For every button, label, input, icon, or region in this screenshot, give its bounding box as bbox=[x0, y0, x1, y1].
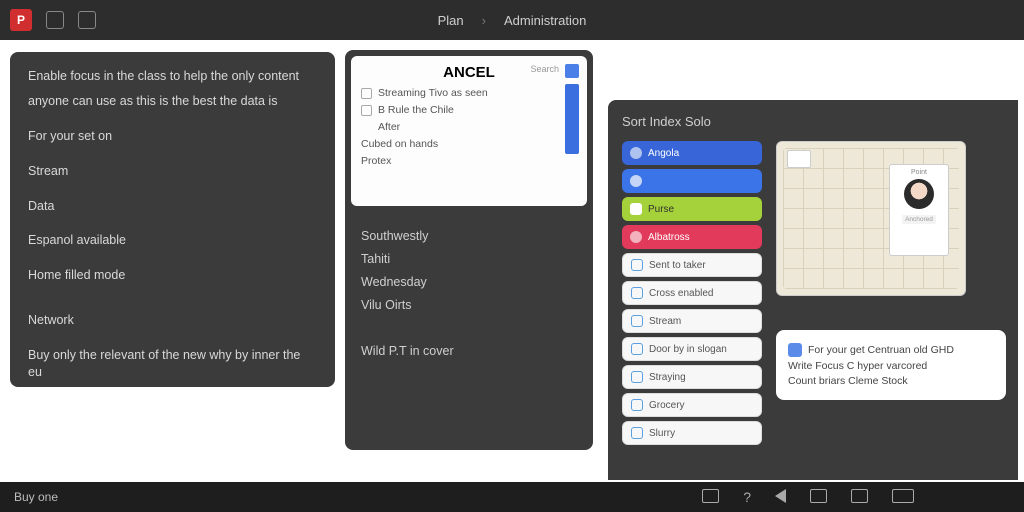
left-panel: Enable focus in the class to help the on… bbox=[10, 52, 335, 387]
search-label: Search bbox=[530, 64, 559, 74]
list-item[interactable]: Vilu Oirts bbox=[361, 298, 577, 312]
category-pill[interactable]: Door by in slogan bbox=[622, 337, 762, 361]
square-icon bbox=[631, 427, 643, 439]
category-pill[interactable]: Purse bbox=[622, 197, 762, 221]
category-pill[interactable] bbox=[622, 169, 762, 193]
home-icon[interactable] bbox=[810, 489, 827, 503]
breadcrumb-item[interactable]: Administration bbox=[504, 13, 586, 28]
square-icon bbox=[630, 203, 642, 215]
center-panel: Search ANCEL Streaming Tivo as seen B Ru… bbox=[345, 50, 593, 450]
bottom-bar: Buy one ? bbox=[0, 482, 1024, 512]
square-icon bbox=[631, 371, 643, 383]
list-item[interactable]: Protex bbox=[361, 155, 577, 167]
checkbox-row[interactable]: Streaming Tivo as seen bbox=[361, 87, 577, 99]
stage: Enable focus in the class to help the on… bbox=[0, 40, 1024, 482]
left-text: For your set on bbox=[28, 128, 317, 145]
note-text: Count briars Cleme Stock bbox=[788, 375, 908, 387]
circle-icon bbox=[630, 175, 642, 187]
list-item[interactable]: After bbox=[361, 121, 577, 133]
left-text: Data bbox=[28, 198, 317, 215]
square-icon bbox=[631, 399, 643, 411]
recent-icon[interactable] bbox=[851, 489, 868, 503]
panel-title: Sort Index Solo bbox=[622, 114, 1004, 129]
preview-thumbnail[interactable]: Point Anchored bbox=[776, 141, 966, 296]
list-item[interactable]: Wild P.T in cover bbox=[361, 344, 577, 358]
top-bar: P Plan › Administration bbox=[0, 0, 1024, 40]
checkbox-icon[interactable] bbox=[361, 105, 372, 116]
category-pill[interactable]: Cross enabled bbox=[622, 281, 762, 305]
list-item[interactable]: Cubed on hands bbox=[361, 138, 577, 150]
card-label: Anchored bbox=[902, 215, 936, 224]
tab-icon[interactable] bbox=[702, 489, 719, 503]
card-tag: Point bbox=[911, 169, 927, 176]
category-pill[interactable]: Stream bbox=[622, 309, 762, 333]
list-item[interactable]: Southwestly bbox=[361, 229, 577, 243]
nav-icons: ? bbox=[702, 489, 914, 505]
left-text: Espanol available bbox=[28, 232, 317, 249]
center-list: Southwestly Tahiti Wednesday Vilu Oirts … bbox=[361, 220, 577, 367]
left-text: Network bbox=[28, 312, 317, 329]
info-note: For your get Centruan old GHD Write Focu… bbox=[776, 330, 1006, 400]
category-pill[interactable]: Straying bbox=[622, 365, 762, 389]
square-icon bbox=[631, 259, 643, 271]
square-icon bbox=[631, 315, 643, 327]
left-text: anyone can use as this is the best the d… bbox=[28, 93, 317, 110]
right-panel: Sort Index Solo Angola Purse Albatross S… bbox=[608, 100, 1018, 480]
note-text: Write Focus C hyper varcored bbox=[788, 360, 927, 372]
category-pill[interactable]: Slurry bbox=[622, 421, 762, 445]
breadcrumb: Plan › Administration bbox=[438, 13, 587, 28]
close-icon[interactable] bbox=[565, 64, 579, 78]
left-text: Home filled mode bbox=[28, 267, 317, 284]
chevron-right-icon: › bbox=[482, 13, 486, 28]
help-icon[interactable]: ? bbox=[743, 489, 751, 505]
date-badge bbox=[787, 150, 811, 168]
checkbox-row[interactable]: B Rule the Chile bbox=[361, 104, 577, 116]
left-text: Enable focus in the class to help the on… bbox=[28, 68, 317, 85]
overview-icon[interactable] bbox=[892, 489, 914, 503]
circle-icon bbox=[630, 147, 642, 159]
list-item[interactable]: Tahiti bbox=[361, 252, 577, 266]
popup-card: Search ANCEL Streaming Tivo as seen B Ru… bbox=[351, 56, 587, 206]
avatar bbox=[904, 179, 934, 209]
circle-icon bbox=[630, 231, 642, 243]
pill-list: Angola Purse Albatross Sent to taker Cro… bbox=[622, 141, 762, 445]
list-item[interactable]: Wednesday bbox=[361, 275, 577, 289]
category-pill[interactable]: Albatross bbox=[622, 225, 762, 249]
toolbar-button-1[interactable] bbox=[46, 11, 64, 29]
left-text: Buy only the relevant of the new why by … bbox=[28, 347, 317, 381]
info-icon bbox=[788, 343, 802, 357]
app-logo[interactable]: P bbox=[10, 9, 32, 31]
checkbox-icon[interactable] bbox=[361, 88, 372, 99]
note-text: For your get Centruan old GHD bbox=[808, 344, 954, 356]
category-pill[interactable]: Sent to taker bbox=[622, 253, 762, 277]
left-text: Stream bbox=[28, 163, 317, 180]
toolbar-button-2[interactable] bbox=[78, 11, 96, 29]
square-icon bbox=[631, 287, 643, 299]
status-label: Buy one bbox=[14, 490, 58, 504]
square-icon bbox=[631, 343, 643, 355]
category-pill[interactable]: Grocery bbox=[622, 393, 762, 417]
id-card: Point Anchored bbox=[889, 164, 949, 256]
back-icon[interactable] bbox=[775, 489, 786, 503]
scrollbar[interactable] bbox=[565, 84, 579, 154]
breadcrumb-item[interactable]: Plan bbox=[438, 13, 464, 28]
category-pill[interactable]: Angola bbox=[622, 141, 762, 165]
